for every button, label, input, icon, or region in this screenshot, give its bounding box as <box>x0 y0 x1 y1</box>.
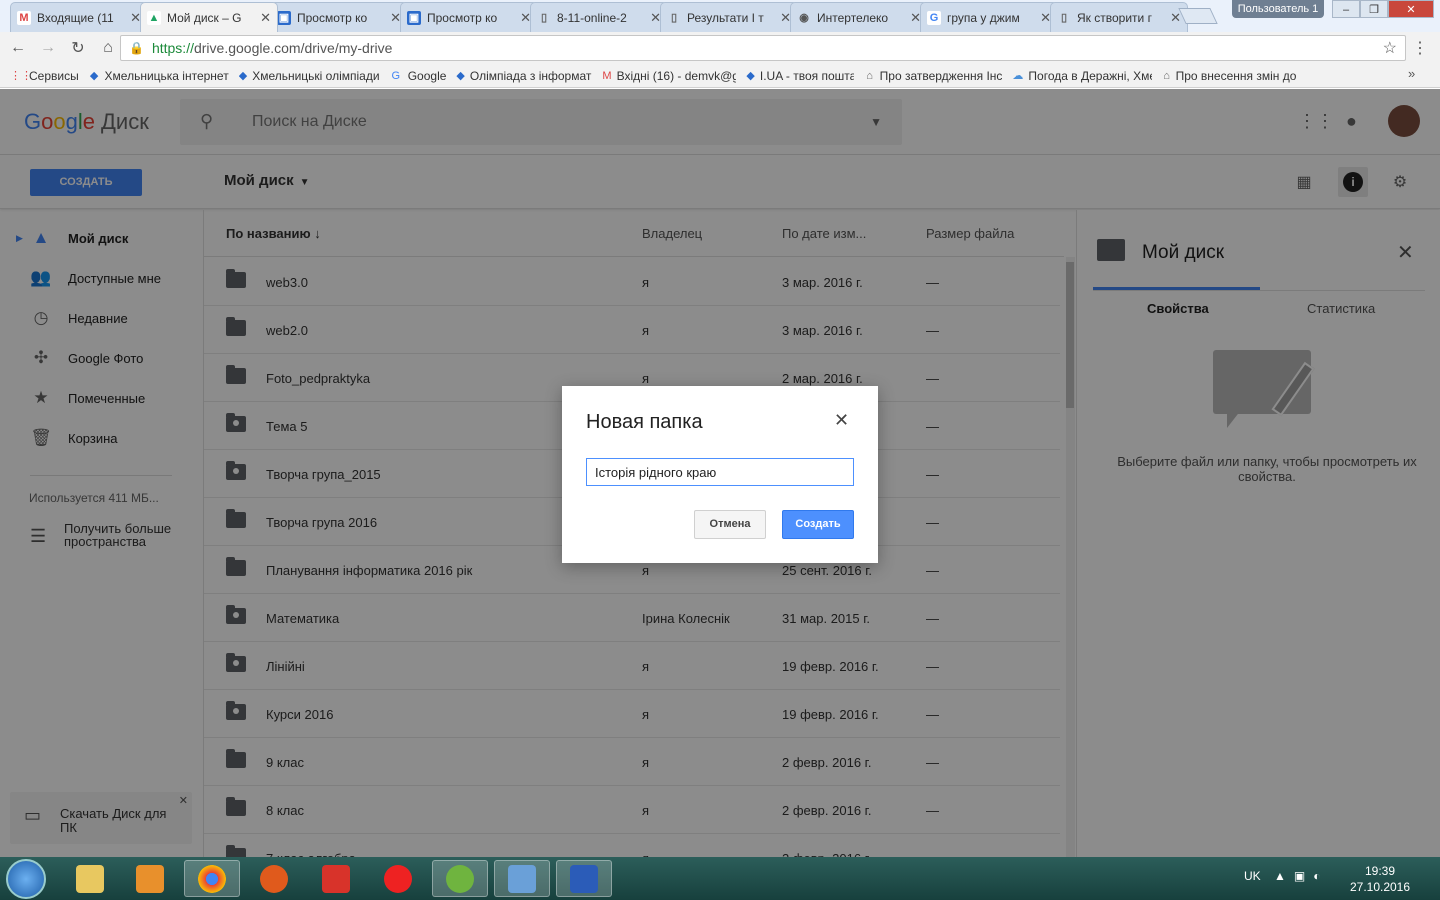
close-window-icon[interactable]: ✕ <box>1388 0 1434 18</box>
bookmark-item[interactable]: ⌂ Про внесення змін до <box>1162 69 1296 83</box>
site-icon: ◆ <box>746 69 755 82</box>
weather-icon: ☁ <box>1012 69 1024 82</box>
dialog-title: Новая папка <box>586 411 703 433</box>
browser-tab[interactable]: Gгрупа у джим ✕ <box>920 2 1058 32</box>
bookmark-star-icon[interactable]: ☆ <box>1383 38 1397 58</box>
close-tab-icon[interactable]: ✕ <box>260 10 271 26</box>
new-tab-button[interactable] <box>1178 8 1218 24</box>
tab-title: Результати І т <box>687 10 764 25</box>
site-icon: ◆ <box>238 69 248 82</box>
browser-tab[interactable]: ▯ 8-11-online-2 ✕ <box>530 2 668 32</box>
folder-name-input[interactable] <box>586 458 854 486</box>
bookmark-item[interactable]: ⌂ Про затвердження Інс <box>864 69 1002 83</box>
browser-tab[interactable]: ▣ Просмотр ко ✕ <box>270 2 408 32</box>
media-app-taskbar-icon[interactable] <box>246 860 302 897</box>
tab-title: Просмотр ко <box>427 10 498 25</box>
lock-icon: 🔒 <box>129 41 144 55</box>
start-button[interactable] <box>6 859 46 899</box>
bookmark-label: Сервисы <box>29 68 79 83</box>
url-scheme: https:// <box>151 40 194 56</box>
cancel-button[interactable]: Отмена <box>694 510 766 539</box>
bookmark-item[interactable]: ◆ Хмельницькі олімпіади <box>239 69 379 83</box>
bookmark-label: Google <box>407 68 447 83</box>
apps-grid-icon: ⋮⋮ <box>10 69 32 82</box>
browser-tab[interactable]: ▯ Як створити г ✕ <box>1050 2 1188 32</box>
browser-menu-icon[interactable]: ⋮ <box>1412 38 1428 58</box>
bookmark-item[interactable]: ⋮⋮ Сервисы <box>10 69 79 83</box>
clock-time: 19:39 <box>1364 864 1396 878</box>
clock-date: 27.10.2016 <box>1349 880 1411 894</box>
media-player-taskbar-icon[interactable] <box>122 860 178 897</box>
explorer-taskbar-icon[interactable] <box>62 860 118 897</box>
restore-icon[interactable]: ❐ <box>1360 0 1388 18</box>
system-tray-icons[interactable]: ▲▣◐ <box>1274 869 1328 883</box>
word-taskbar-icon[interactable] <box>556 860 612 897</box>
bookmark-label: Вхідні (16) - demvk@gr <box>616 68 737 83</box>
tab-title: 8-11-online-2 <box>557 10 627 25</box>
tab-title: Мой диск – G <box>167 10 242 25</box>
document-icon: ▯ <box>670 11 678 24</box>
browser-tab[interactable]: ◉ Интертелеко ✕ <box>790 2 928 32</box>
bookmark-item[interactable]: G Google <box>389 68 447 83</box>
utorrent-taskbar-icon[interactable] <box>432 860 488 897</box>
google-icon: G <box>927 10 941 25</box>
browser-tab[interactable]: ▯ Результати І т ✕ <box>660 2 798 32</box>
bookmarks-overflow-icon[interactable]: » <box>1408 66 1415 81</box>
browser-tab[interactable]: M Входящие (11 ✕ <box>10 2 148 32</box>
windows-taskbar: UK ▲▣◐ 19:39 27.10.2016 <box>0 857 1440 900</box>
tab-title: Просмотр ко <box>297 10 368 25</box>
site-icon: ◆ <box>89 69 99 82</box>
gmail-icon: M <box>17 10 31 25</box>
new-folder-dialog: Новая папка ✕ Отмена Создать <box>562 386 878 563</box>
bookmark-label: Про внесення змін до <box>1175 68 1297 83</box>
tab-title: група у джим <box>947 10 1020 25</box>
gov-icon: ⌂ <box>1163 69 1170 82</box>
browser-toolbar: ← → ↻ ⌂ 🔒 https://drive.google.com/drive… <box>0 32 1440 64</box>
drive-icon: ▲ <box>147 10 161 25</box>
back-icon[interactable]: ← <box>6 39 30 57</box>
globe-icon: ◉ <box>799 11 809 24</box>
chrome-taskbar-icon[interactable] <box>184 860 240 897</box>
create-folder-button[interactable]: Создать <box>782 510 854 539</box>
classroom-icon: ▣ <box>277 10 291 25</box>
bookmark-item[interactable]: ◆ I.UA - твоя пошта <box>746 69 854 83</box>
home-icon[interactable]: ⌂ <box>96 39 120 57</box>
reload-icon[interactable]: ↻ <box>66 38 90 58</box>
bookmark-label: Олімпіада з інформати <box>469 68 593 83</box>
profile-badge[interactable]: Пользователь 1 <box>1232 0 1324 18</box>
document-icon: ▯ <box>1060 11 1068 24</box>
tab-title: Интертелеко <box>817 10 889 25</box>
bookmark-label: Погода в Деражні, Хме <box>1028 68 1153 83</box>
yandex-browser-taskbar-icon[interactable] <box>308 860 364 897</box>
language-indicator[interactable]: UK <box>1244 869 1261 883</box>
bookmark-item[interactable]: ◆ Олімпіада з інформати <box>456 69 592 83</box>
bookmark-item[interactable]: ☁ Погода в Деражні, Хме <box>1012 69 1152 83</box>
gmail-icon: M <box>602 69 612 82</box>
document-icon: ▯ <box>540 11 548 24</box>
tab-title: Входящие (11 <box>37 10 114 25</box>
minimize-icon[interactable]: – <box>1332 0 1360 18</box>
yandex-taskbar-icon[interactable] <box>370 860 426 897</box>
bookmark-label: Хмельницькі олімпіади <box>252 68 379 83</box>
site-icon: ◆ <box>456 69 465 82</box>
control-panel-taskbar-icon[interactable] <box>494 860 550 897</box>
bookmark-item[interactable]: M Вхідні (16) - demvk@gr <box>602 69 736 83</box>
google-icon: G <box>391 69 400 82</box>
classroom-icon: ▣ <box>407 10 421 25</box>
browser-tab[interactable]: ▲ Мой диск – G ✕ <box>140 2 278 32</box>
clock[interactable]: 19:39 27.10.2016 <box>1348 863 1412 895</box>
bookmarks-bar: ⋮⋮ Сервисы ◆ Хмельницька інтернет ◆ Хмельниць… <box>0 64 1440 88</box>
bookmark-label: I.UA - твоя пошта <box>759 68 855 83</box>
browser-tab[interactable]: ▣ Просмотр ко ✕ <box>400 2 538 32</box>
browser-tabstrip: M Входящие (11 ✕ ▲ Мой диск – G ✕ ▣ Просмотр ко… <box>0 0 1440 32</box>
bookmark-label: Про затвердження Інс <box>879 68 1003 83</box>
url-path: drive.google.com/drive/my-drive <box>193 40 393 56</box>
gov-icon: ⌂ <box>866 69 873 82</box>
address-bar[interactable]: 🔒 https://drive.google.com/drive/my-driv… <box>120 35 1406 61</box>
forward-icon[interactable]: → <box>36 39 60 57</box>
tab-title: Як створити г <box>1077 10 1152 25</box>
bookmark-item[interactable]: ◆ Хмельницька інтернет <box>89 69 229 83</box>
close-icon[interactable]: ✕ <box>834 410 849 431</box>
bookmark-label: Хмельницька інтернет <box>104 68 229 83</box>
